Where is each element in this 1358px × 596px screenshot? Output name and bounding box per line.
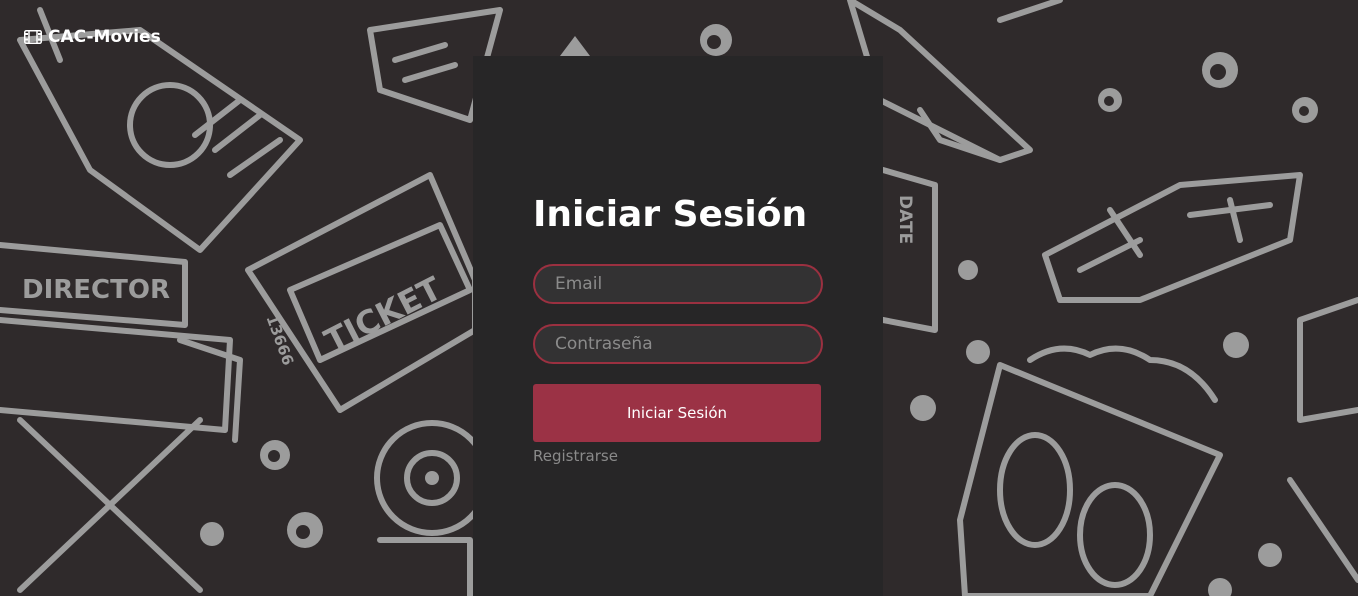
login-title: Iniciar Sesión: [533, 194, 808, 235]
ticket-illustration: TICKET 13666: [245, 172, 478, 413]
clapperboard-illustration: DATE: [880, 167, 938, 333]
ticket-text: TICKET: [318, 269, 447, 360]
3d-glasses-right-illustration: [1042, 172, 1303, 303]
film-reel-illustration: [374, 420, 490, 596]
login-panel: Iniciar Sesión Iniciar Sesión Registrars…: [473, 56, 883, 596]
director-chair-right-illustration: [1287, 297, 1358, 583]
brand-logo[interactable]: CAC-Movies: [24, 27, 161, 47]
brand-name: CAC-Movies: [48, 27, 161, 47]
film-icon: [24, 30, 42, 44]
register-link[interactable]: Registrarse: [533, 447, 618, 465]
password-input[interactable]: [533, 324, 823, 364]
login-page: DIRECTOR TICKET 13666 DATE CAC-Movies In…: [0, 0, 1358, 596]
popcorn-bucket-illustration: [957, 345, 1223, 596]
director-text: DIRECTOR: [22, 275, 170, 305]
login-button[interactable]: Iniciar Sesión: [533, 384, 821, 442]
date-text: DATE: [895, 195, 915, 244]
email-input[interactable]: [533, 264, 823, 304]
